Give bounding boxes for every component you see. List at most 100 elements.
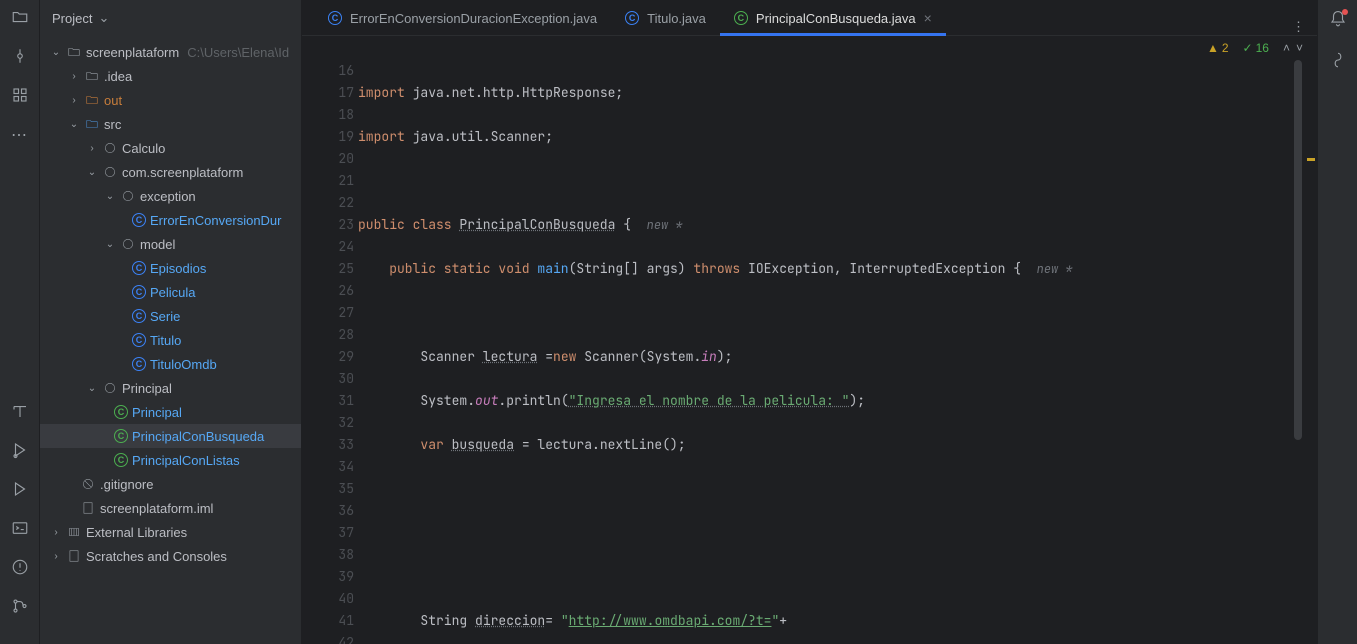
terminal-icon[interactable] bbox=[11, 519, 29, 540]
tree-calculo[interactable]: ›Calculo bbox=[40, 136, 301, 160]
editor-tabs: CErrorEnConversionDuracionException.java… bbox=[302, 0, 1317, 36]
tab-label: Titulo.java bbox=[647, 11, 706, 26]
tree-exception[interactable]: ⌄exception bbox=[40, 184, 301, 208]
tree-label: Principal bbox=[122, 381, 172, 396]
tab-label: PrincipalConBusqueda.java bbox=[756, 11, 916, 26]
line-number: 37 bbox=[302, 522, 354, 544]
tree-extlib[interactable]: ›External Libraries bbox=[40, 520, 301, 544]
more-tabs-icon[interactable]: ⋮ bbox=[1292, 19, 1305, 35]
next-highlight-icon[interactable]: ˅ bbox=[1296, 41, 1303, 55]
vcs-icon[interactable] bbox=[11, 597, 29, 618]
editor-area: CErrorEnConversionDuracionException.java… bbox=[302, 0, 1317, 644]
line-number: 35 bbox=[302, 478, 354, 500]
line-number: 34 bbox=[302, 456, 354, 478]
class-icon: C bbox=[132, 309, 146, 323]
tree-label: com.screenplataform bbox=[122, 165, 243, 180]
tree-label: screenplataform.iml bbox=[100, 501, 213, 516]
class-icon: C bbox=[132, 213, 146, 227]
line-number: 17 bbox=[302, 82, 354, 104]
line-number: 26 bbox=[302, 280, 354, 302]
tree-label: Titulo bbox=[150, 333, 181, 348]
runnable-class-icon: C bbox=[114, 453, 128, 467]
line-number: 40 bbox=[302, 588, 354, 610]
tree-episodios[interactable]: CEpisodios bbox=[40, 256, 301, 280]
tab-principal-busqueda[interactable]: CPrincipalConBusqueda.java× bbox=[720, 1, 946, 35]
tree-pkg[interactable]: ⌄com.screenplataform bbox=[40, 160, 301, 184]
tree-gitignore[interactable]: .gitignore bbox=[40, 472, 301, 496]
tree-label: out bbox=[104, 93, 122, 108]
tree-out[interactable]: ›out bbox=[40, 88, 301, 112]
project-panel-header[interactable]: Project ⌄ bbox=[40, 0, 301, 36]
line-number: ▶20 bbox=[302, 148, 354, 170]
tree-label: Scratches and Consoles bbox=[86, 549, 227, 564]
tree-idea[interactable]: ›.idea bbox=[40, 64, 301, 88]
runnable-class-icon: C bbox=[114, 429, 128, 443]
tree-serie[interactable]: CSerie bbox=[40, 304, 301, 328]
tree-ex-file[interactable]: C ErrorEnConversionDur bbox=[40, 208, 301, 232]
tree-label: PrincipalConBusqueda bbox=[132, 429, 264, 444]
tree-tituloomdb[interactable]: CTituloOmdb bbox=[40, 352, 301, 376]
project-tree: ⌄ screenplataform C:\Users\Elena\Id ›.id… bbox=[40, 36, 301, 644]
line-number: 25 bbox=[302, 258, 354, 280]
weak-warnings-count[interactable]: ✓ 16 bbox=[1243, 41, 1269, 55]
line-number: 27 bbox=[302, 302, 354, 324]
text-icon[interactable] bbox=[11, 402, 29, 423]
tab-titulo[interactable]: C Titulo.java bbox=[611, 1, 720, 35]
tree-label: exception bbox=[140, 189, 196, 204]
project-panel-title: Project bbox=[52, 11, 92, 26]
services-icon[interactable] bbox=[11, 441, 29, 462]
prev-highlight-icon[interactable]: ˄ bbox=[1283, 41, 1290, 55]
count: 2 bbox=[1222, 41, 1229, 55]
notifications-icon[interactable] bbox=[1329, 10, 1347, 31]
tab-error-exception[interactable]: CErrorEnConversionDuracionException.java bbox=[314, 1, 611, 35]
close-icon[interactable]: × bbox=[924, 10, 932, 26]
tree-p-principal[interactable]: CPrincipal bbox=[40, 400, 301, 424]
run-icon[interactable] bbox=[11, 480, 29, 501]
problems-icon[interactable] bbox=[11, 558, 29, 579]
scrollbar-thumb[interactable] bbox=[1294, 60, 1302, 440]
tree-label: ErrorEnConversionDur bbox=[150, 213, 282, 228]
tree-titulo[interactable]: CTitulo bbox=[40, 328, 301, 352]
chevron-down-icon: ⌄ bbox=[98, 10, 109, 26]
tabs-actions: ⋮ bbox=[1292, 19, 1317, 35]
left-tool-rail: ⋯ bbox=[0, 0, 40, 644]
line-number: 18 bbox=[302, 104, 354, 126]
line-number: 28 bbox=[302, 324, 354, 346]
line-number: 38 bbox=[302, 544, 354, 566]
line-number: 39 bbox=[302, 566, 354, 588]
tree-scratches[interactable]: ›Scratches and Consoles bbox=[40, 544, 301, 568]
line-number: 41 bbox=[302, 610, 354, 632]
code-editor[interactable]: 16 17 18 ▶19 ▶20 21 22 23 24 25 26 27 28… bbox=[302, 60, 1317, 644]
code-content[interactable]: import java.net.http.HttpResponse; impor… bbox=[358, 60, 1293, 644]
tree-principal-pkg[interactable]: ⌄Principal bbox=[40, 376, 301, 400]
tree-pelicula[interactable]: CPelicula bbox=[40, 280, 301, 304]
warnings-count[interactable]: ▲ 2 bbox=[1207, 41, 1229, 55]
class-icon: C bbox=[625, 11, 639, 25]
tree-root-label: screenplataform bbox=[86, 45, 179, 60]
project-panel: Project ⌄ ⌄ screenplataform C:\Users\Ele… bbox=[40, 0, 302, 644]
more-icon[interactable]: ⋯ bbox=[11, 125, 28, 145]
nav-arrows: ˄ ˅ bbox=[1283, 41, 1303, 55]
tree-label: Episodios bbox=[150, 261, 206, 276]
tree-model[interactable]: ⌄model bbox=[40, 232, 301, 256]
vertical-scrollbar[interactable] bbox=[1293, 60, 1303, 644]
tree-p-busqueda[interactable]: C PrincipalConBusqueda bbox=[40, 424, 301, 448]
tree-root[interactable]: ⌄ screenplataform C:\Users\Elena\Id bbox=[40, 40, 301, 64]
line-number: 23 bbox=[302, 214, 354, 236]
tree-src[interactable]: ⌄src bbox=[40, 112, 301, 136]
tree-root-path: C:\Users\Elena\Id bbox=[187, 45, 289, 60]
commit-icon[interactable] bbox=[11, 47, 29, 68]
tree-iml[interactable]: screenplataform.iml bbox=[40, 496, 301, 520]
tree-label: .idea bbox=[104, 69, 132, 84]
structure-icon[interactable] bbox=[11, 86, 29, 107]
warning-marker[interactable] bbox=[1307, 158, 1315, 161]
project-icon[interactable] bbox=[11, 8, 29, 29]
tree-p-listas[interactable]: CPrincipalConListas bbox=[40, 448, 301, 472]
tree-label: External Libraries bbox=[86, 525, 187, 540]
tree-label: Pelicula bbox=[150, 285, 196, 300]
ai-assistant-icon[interactable] bbox=[1329, 51, 1347, 72]
line-number: 30 bbox=[302, 368, 354, 390]
line-number: 42 bbox=[302, 632, 354, 644]
marker-rail bbox=[1303, 60, 1317, 644]
tree-label: TituloOmdb bbox=[150, 357, 217, 372]
